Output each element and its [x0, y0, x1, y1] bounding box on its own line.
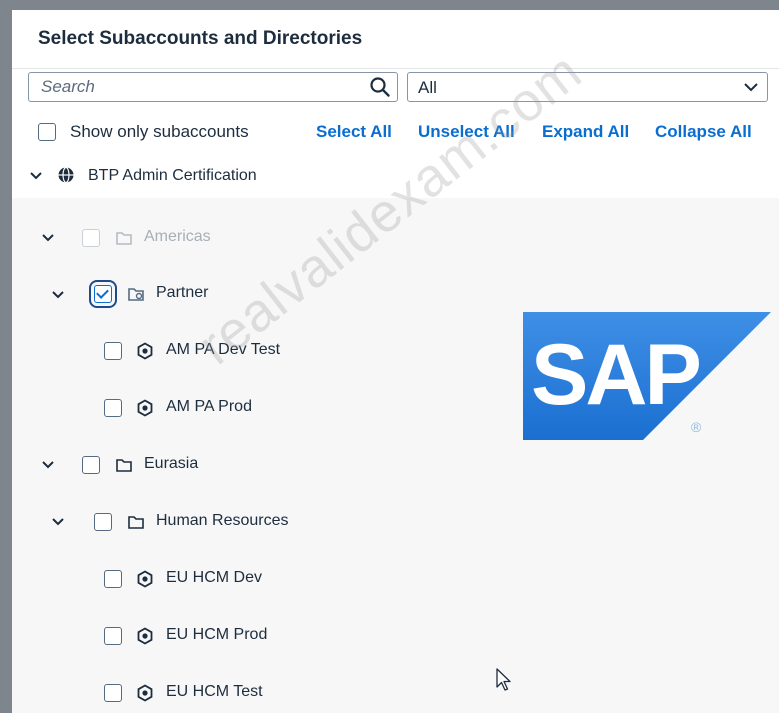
chevron-down-icon[interactable] [743, 81, 759, 93]
chevron-down-icon[interactable] [42, 234, 54, 242]
header-divider [12, 68, 779, 69]
tree-checkbox[interactable] [82, 229, 100, 247]
tree-checkbox[interactable] [104, 399, 122, 417]
chevron-down-icon[interactable] [30, 172, 42, 180]
tree-item-label: Partner [156, 284, 209, 301]
tree-checkbox[interactable] [104, 684, 122, 702]
search-icon[interactable] [369, 76, 391, 98]
tree-checkbox[interactable] [94, 513, 112, 531]
sap-logo: SAP ® [523, 312, 771, 440]
globe-icon [58, 166, 74, 184]
subaccount-icon [137, 342, 153, 360]
show-only-subaccounts-checkbox[interactable] [38, 123, 56, 141]
sap-logo-text: SAP [531, 327, 699, 423]
chevron-down-icon[interactable] [52, 291, 64, 299]
registered-mark: ® [691, 419, 702, 435]
show-only-subaccounts-label: Show only subaccounts [70, 122, 249, 141]
tree-item-label: Eurasia [144, 455, 199, 472]
search-input[interactable] [37, 76, 365, 98]
tree-root-label[interactable]: BTP Admin Certification [88, 167, 257, 185]
filter-select-value: All [418, 78, 437, 97]
directory-tree: Americas Partner AM PA Dev Test AM PA Pr… [12, 198, 779, 713]
subaccount-icon [137, 627, 153, 645]
dialog-title: Select Subaccounts and Directories [38, 28, 363, 49]
tree-item-label: EU HCM Prod [166, 626, 268, 643]
collapse-all-link[interactable]: Collapse All [655, 122, 752, 142]
tree-checkbox[interactable] [104, 570, 122, 588]
select-all-link[interactable]: Select All [316, 122, 392, 142]
tree-checkbox[interactable] [82, 456, 100, 474]
tree-item-label: EU HCM Dev [166, 569, 263, 586]
tree-checkbox[interactable] [89, 280, 117, 308]
tree-item-label: Human Resources [156, 512, 289, 529]
folder-icon [128, 516, 144, 529]
tree-checkbox[interactable] [104, 342, 122, 360]
tree-item-label: EU HCM Test [166, 683, 263, 700]
partner-directory-icon [128, 288, 144, 301]
folder-icon [116, 232, 132, 245]
search-field[interactable] [28, 72, 398, 102]
mouse-cursor-icon [496, 668, 511, 691]
folder-icon [116, 459, 132, 472]
subaccount-icon [137, 570, 153, 588]
subaccount-icon [137, 399, 153, 417]
tree-item-label: AM PA Prod [166, 398, 252, 415]
tree-item-label: Americas [144, 228, 211, 245]
subaccount-icon [137, 684, 153, 702]
tree-checkbox[interactable] [104, 627, 122, 645]
chevron-down-icon[interactable] [52, 518, 64, 526]
expand-all-link[interactable]: Expand All [542, 122, 629, 142]
chevron-down-icon[interactable] [42, 461, 54, 469]
